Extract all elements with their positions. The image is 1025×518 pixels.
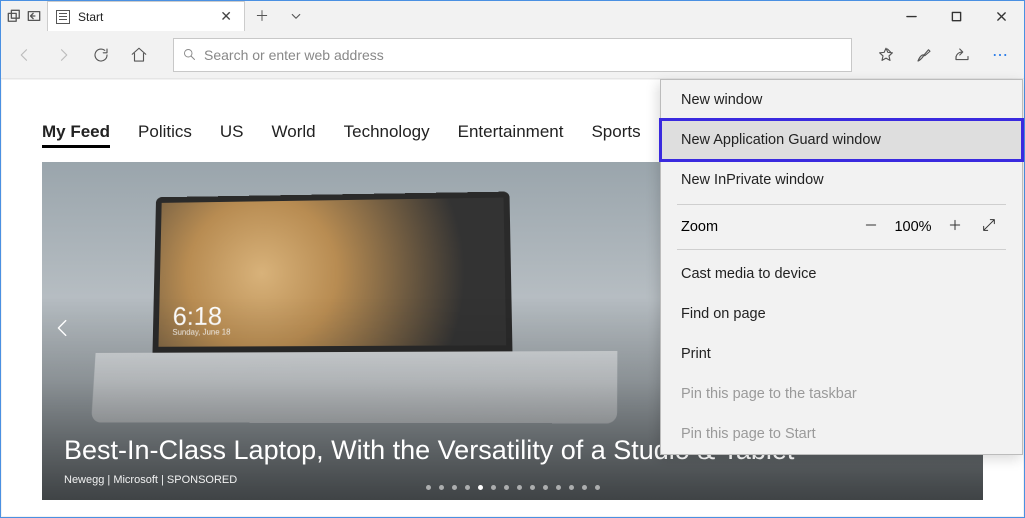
zoom-in-button[interactable] <box>938 217 972 237</box>
feed-nav-item[interactable]: Politics <box>138 122 192 148</box>
zoom-out-button[interactable] <box>854 217 888 237</box>
settings-menu-button[interactable] <box>982 37 1018 73</box>
carousel-dots[interactable] <box>426 485 600 490</box>
toolbar <box>1 31 1024 79</box>
close-tab-button[interactable]: ✕ <box>216 8 236 25</box>
minimize-button[interactable] <box>889 1 934 31</box>
feed-nav-item[interactable]: Sports <box>591 122 640 148</box>
refresh-button[interactable] <box>83 37 119 73</box>
app-window: Start ✕ ＋ My Feed Politics US World Technolo… <box>0 0 1025 518</box>
address-bar[interactable] <box>173 38 852 72</box>
tab-title: Start <box>78 10 216 24</box>
tab-actions-button[interactable] <box>279 1 313 31</box>
carousel-prev-button[interactable] <box>52 317 74 345</box>
maximize-button[interactable] <box>934 1 979 31</box>
close-window-button[interactable] <box>979 1 1024 31</box>
zoom-label: Zoom <box>681 219 854 235</box>
fullscreen-button[interactable] <box>972 217 1006 237</box>
show-tabs-set-aside-icon[interactable] <box>27 9 41 23</box>
menu-pin-start: Pin this page to Start <box>661 414 1022 454</box>
back-button[interactable] <box>7 37 43 73</box>
menu-print[interactable]: Print <box>661 334 1022 374</box>
share-button[interactable] <box>944 37 980 73</box>
menu-new-window[interactable]: New window <box>661 80 1022 120</box>
search-icon <box>174 47 204 62</box>
menu-zoom-row: Zoom 100% <box>661 209 1022 245</box>
address-input[interactable] <box>204 47 851 63</box>
notes-button[interactable] <box>906 37 942 73</box>
favorites-button[interactable] <box>868 37 904 73</box>
home-button[interactable] <box>121 37 157 73</box>
menu-pin-taskbar: Pin this page to the taskbar <box>661 374 1022 414</box>
menu-new-app-guard-window[interactable]: New Application Guard window <box>661 120 1022 160</box>
menu-new-inprivate-window[interactable]: New InPrivate window <box>661 160 1022 200</box>
title-bar: Start ✕ ＋ <box>1 1 1024 31</box>
feed-nav-item[interactable]: US <box>220 122 244 148</box>
new-tab-button[interactable]: ＋ <box>245 1 279 31</box>
browser-tab[interactable]: Start ✕ <box>47 1 245 31</box>
feed-nav-item[interactable]: World <box>272 122 316 148</box>
menu-find[interactable]: Find on page <box>661 294 1022 334</box>
menu-cast[interactable]: Cast media to device <box>661 254 1022 294</box>
feed-nav-item[interactable]: My Feed <box>42 122 110 148</box>
page-icon <box>56 10 70 24</box>
settings-menu: New window New Application Guard window … <box>660 79 1023 455</box>
zoom-value: 100% <box>888 219 938 235</box>
set-tabs-aside-icon[interactable] <box>7 9 21 23</box>
feed-nav-item[interactable]: Entertainment <box>458 122 564 148</box>
feed-nav-item[interactable]: Technology <box>344 122 430 148</box>
forward-button[interactable] <box>45 37 81 73</box>
